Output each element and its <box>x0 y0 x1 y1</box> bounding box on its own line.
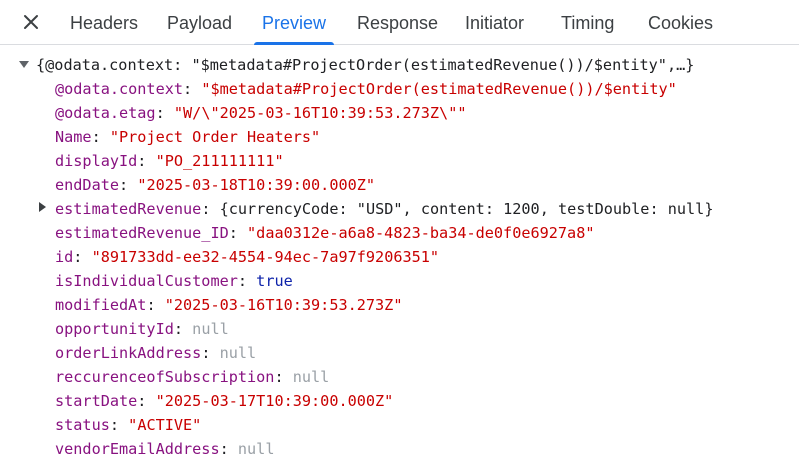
property-key: opportunityId <box>55 320 174 338</box>
property-value: null <box>292 368 330 386</box>
json-property-row[interactable]: reccurenceofSubscription: null <box>55 365 329 389</box>
property-value: "2025-03-17T10:39:00.000Z" <box>155 392 394 410</box>
tab-cookies[interactable]: Cookies <box>648 0 713 44</box>
json-preview-tree: {@odata.context: "$metadata#ProjectOrder… <box>0 45 799 462</box>
property-value: "$metadata#ProjectOrder(estimatedRevenue… <box>201 80 677 98</box>
property-key: isIndividualCustomer <box>55 272 238 290</box>
property-value: "Project Order Heaters" <box>109 128 321 146</box>
property-key: displayId <box>55 152 138 170</box>
property-value: "ACTIVE" <box>128 416 202 434</box>
property-value: "891733dd-ee32-4554-94ec-7a97f9206351" <box>91 248 440 266</box>
property-value: null <box>237 440 275 458</box>
json-property-row[interactable]: displayId: "PO_211111111" <box>55 149 284 173</box>
property-value: "PO_211111111" <box>155 152 284 170</box>
tab-timing[interactable]: Timing <box>561 0 614 44</box>
object-preview-key: currencyCode <box>228 200 339 218</box>
property-key: Name <box>55 128 92 146</box>
triangle-down-icon[interactable] <box>19 61 29 68</box>
property-key: vendorEmailAddress <box>55 440 220 458</box>
close-icon[interactable] <box>20 11 42 33</box>
property-key: status <box>55 416 110 434</box>
property-value: null <box>192 320 229 338</box>
json-object-row[interactable]: estimatedRevenue: {currencyCode: "USD", … <box>55 197 713 221</box>
json-property-row[interactable]: modifiedAt: "2025-03-16T10:39:53.273Z" <box>55 293 402 317</box>
property-value: null <box>219 344 257 362</box>
property-value: "W/\"2025-03-16T10:39:53.273Z\"" <box>173 104 467 122</box>
json-property-row[interactable]: isIndividualCustomer: true <box>55 269 293 293</box>
property-key: reccurenceofSubscription <box>55 368 275 386</box>
devtools-tab-bar: Headers Payload Preview Response Initiat… <box>0 0 799 45</box>
json-property-row[interactable]: opportunityId: null <box>55 317 229 341</box>
tab-initiator[interactable]: Initiator <box>465 0 524 44</box>
summary-tail: ,…} <box>666 56 695 74</box>
json-property-row[interactable]: status: "ACTIVE" <box>55 413 201 437</box>
json-property-row[interactable]: @odata.etag: "W/\"2025-03-16T10:39:53.27… <box>55 101 467 125</box>
property-key: startDate <box>55 392 138 410</box>
summary-separator: : <box>173 56 192 74</box>
json-property-row[interactable]: estimatedRevenue_ID: "daa0312e-a6a8-4823… <box>55 221 595 245</box>
tab-preview[interactable]: Preview <box>253 0 335 45</box>
property-value: "daa0312e-a6a8-4823-ba34-de0f0e6927a8" <box>247 224 595 242</box>
property-key: estimatedRevenue_ID <box>55 224 229 242</box>
object-preview-value: "USD" <box>356 200 403 218</box>
property-key: orderLinkAddress <box>55 344 202 362</box>
json-property-row[interactable]: startDate: "2025-03-17T10:39:00.000Z" <box>55 389 393 413</box>
object-preview-key: testDouble <box>558 200 650 218</box>
object-preview-value: 1200 <box>503 200 540 218</box>
json-property-row[interactable]: id: "891733dd-ee32-4554-94ec-7a97f920635… <box>55 245 439 269</box>
property-key: @odata.context <box>55 80 184 98</box>
property-key: @odata.etag <box>55 104 156 122</box>
json-property-row[interactable]: endDate: "2025-03-18T10:39:00.000Z" <box>55 173 375 197</box>
property-key: endDate <box>55 176 120 194</box>
json-root-summary[interactable]: {@odata.context: "$metadata#ProjectOrder… <box>36 53 694 77</box>
property-value: true <box>256 272 293 290</box>
property-value: "2025-03-16T10:39:53.273Z" <box>164 296 403 314</box>
property-key: id <box>55 248 74 266</box>
json-property-row[interactable]: @odata.context: "$metadata#ProjectOrder(… <box>55 77 677 101</box>
json-property-row[interactable]: Name: "Project Order Heaters" <box>55 125 320 149</box>
object-preview-value: null <box>667 200 705 218</box>
summary-key: @odata.context <box>45 56 174 74</box>
summary-value: "$metadata#ProjectOrder(estimatedRevenue… <box>191 56 667 74</box>
property-key: estimatedRevenue <box>55 200 202 218</box>
property-key: modifiedAt <box>55 296 147 314</box>
tab-payload[interactable]: Payload <box>167 0 232 44</box>
json-property-row[interactable]: vendorEmailAddress: null <box>55 437 274 461</box>
triangle-right-icon[interactable] <box>39 202 46 212</box>
property-value: "2025-03-18T10:39:00.000Z" <box>137 176 376 194</box>
object-preview-key: content <box>420 200 485 218</box>
json-property-row[interactable]: orderLinkAddress: null <box>55 341 256 365</box>
tab-response[interactable]: Response <box>357 0 438 44</box>
tab-headers[interactable]: Headers <box>70 0 138 44</box>
open-brace: { <box>36 56 46 74</box>
